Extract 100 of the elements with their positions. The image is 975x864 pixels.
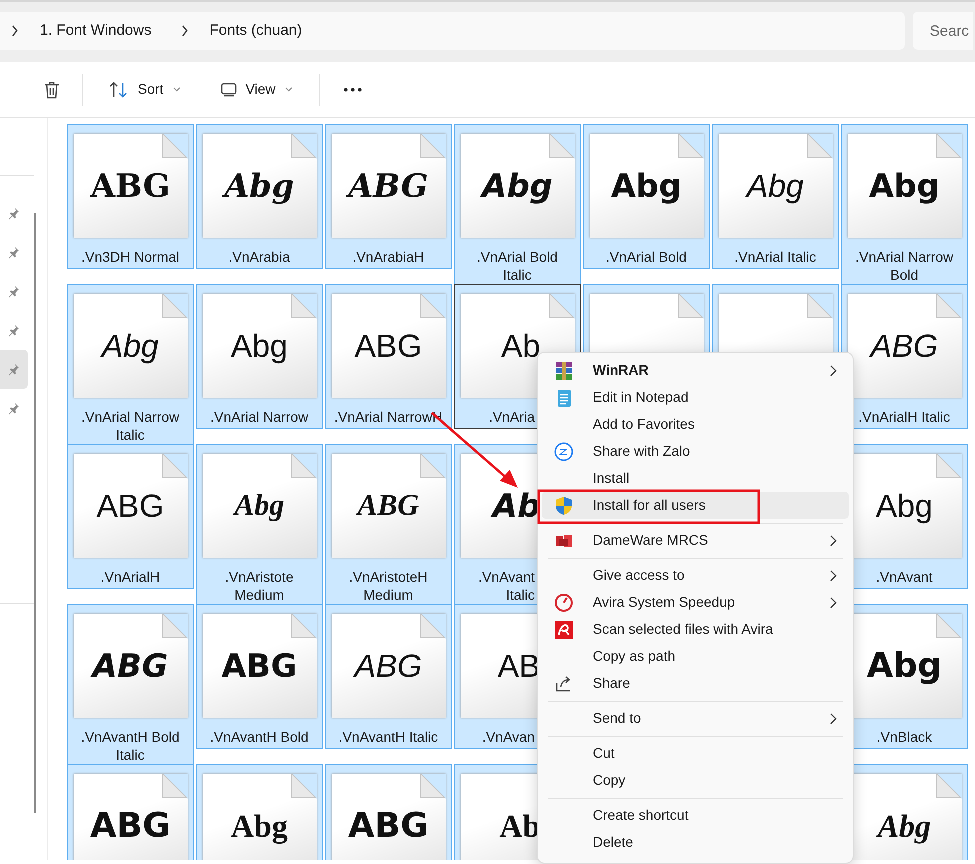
pin-icon (8, 324, 20, 337)
page-corner-icon (936, 294, 962, 320)
font-preview: Abg (231, 330, 288, 362)
page-corner-icon (806, 294, 832, 320)
chevron-icon (180, 24, 190, 38)
breadcrumb-item[interactable]: Fonts (chuan) (210, 20, 302, 42)
page-corner-icon (936, 454, 962, 480)
font-preview: ABG (358, 491, 420, 521)
file-name: .Vn3DH Normal (81, 248, 180, 266)
file-tile[interactable]: ABG .VnArialH (67, 444, 194, 589)
file-name: .VnAristoteH Medium (349, 568, 428, 604)
page-corner-icon (290, 774, 316, 800)
file-name: .VnAvan (481, 728, 535, 746)
file-tile[interactable]: Abg .VnArabia (196, 124, 323, 269)
font-preview: Abg (102, 330, 159, 362)
file-name: .VnArialH (100, 568, 160, 586)
page-corner-icon (420, 614, 446, 640)
page-corner-icon (420, 294, 446, 320)
file-name: .VnArial Narrow Italic (81, 408, 180, 444)
pin-icon (8, 246, 20, 259)
caret-icon (284, 87, 293, 92)
page-corner-icon (548, 134, 574, 160)
page-corner-icon (162, 774, 188, 800)
scrollbar-thumb[interactable] (34, 213, 36, 813)
page-corner-icon (162, 614, 188, 640)
chevron-icon (829, 570, 837, 582)
file-name: .VnBlack (876, 728, 932, 746)
file-name: .VnAvantH Bold Italic (81, 728, 180, 764)
font-preview: Abg (482, 170, 553, 202)
chevron-icon (10, 24, 20, 38)
file-tile[interactable]: Abg .VnArial Bold Italic (454, 124, 581, 287)
font-preview: Abg (234, 491, 284, 521)
font-preview: ABG (222, 650, 298, 682)
file-tile[interactable]: ABG (325, 764, 452, 860)
file-name: .VnArial Narrow (210, 408, 309, 426)
file-tile[interactable]: Abg .VnArial Italic (712, 124, 839, 269)
menu-item[interactable]: Copy (542, 767, 849, 794)
sort-icon (109, 80, 129, 98)
font-preview: ABG (90, 170, 170, 202)
chevron-icon (829, 534, 837, 546)
file-name: .VnAvantH Italic (338, 728, 438, 746)
page-corner-icon (936, 774, 962, 800)
gauge-icon (554, 592, 574, 612)
file-tile[interactable]: Abg .VnArial Narrow Bold (841, 124, 968, 287)
file-tile[interactable]: ABG .VnArabiaH (325, 124, 452, 269)
search-field[interactable]: Searc (913, 12, 973, 50)
font-preview: ABG (90, 809, 171, 843)
file-tile[interactable]: Abg .VnArial Narrow Italic (67, 284, 194, 447)
menu-item[interactable]: Delete (542, 829, 849, 856)
page-corner-icon (548, 294, 574, 320)
breadcrumb-item[interactable]: 1. Font Windows (40, 20, 152, 42)
font-preview: ABG (354, 330, 422, 362)
chevron-icon (829, 596, 837, 608)
font-preview: AB (498, 650, 540, 682)
page-corner-icon (290, 454, 316, 480)
file-name: .VnAvant Italic (477, 568, 535, 604)
trash-icon (42, 80, 62, 100)
books-icon (554, 360, 574, 380)
file-tile[interactable]: Abg (196, 764, 323, 860)
file-name: .VnArialH Italic (858, 408, 950, 426)
page-corner-icon (420, 774, 446, 800)
file-name: .VnAvant (876, 568, 933, 586)
file-tile[interactable]: ABG .VnAristoteH Medium (325, 444, 452, 607)
font-preview: ABG (348, 170, 428, 202)
file-tile[interactable]: Abg .VnAristote Medium (196, 444, 323, 607)
page-corner-icon (936, 614, 962, 640)
page-corner-icon (162, 294, 188, 320)
file-name: .VnArial Bold Italic (477, 248, 558, 284)
file-tile[interactable]: ABG .VnAvantH Bold Italic (67, 604, 194, 767)
menu-item[interactable]: Install for all users (542, 492, 849, 519)
sort-button[interactable]: Sort (103, 75, 187, 104)
pin-item[interactable] (0, 350, 28, 389)
file-tile[interactable]: Abg .VnArial Bold (583, 124, 710, 269)
page-corner-icon (162, 454, 188, 480)
monitor-icon (220, 82, 237, 96)
pin-icon (8, 207, 20, 220)
file-tile[interactable]: ABG .Vn3DH Normal (67, 124, 194, 269)
font-preview: Abg (224, 170, 294, 202)
file-name: .VnArial Bold (606, 248, 687, 266)
font-preview: ABG (96, 490, 164, 522)
page-corner-icon (936, 134, 962, 160)
menu-item[interactable]: Create shortcut (542, 802, 849, 829)
page-corner-icon (290, 294, 316, 320)
file-name: .VnArial Italic (734, 248, 816, 266)
page-corner-icon (420, 454, 446, 480)
file-tile[interactable]: ABG (67, 764, 194, 860)
file-tile[interactable]: ABG .VnAvantH Bold (196, 604, 323, 749)
font-preview: Abg (869, 170, 940, 202)
more-icon (342, 86, 363, 92)
view-button[interactable]: View (214, 75, 299, 104)
chevron-icon (829, 712, 837, 724)
pin-icon (8, 363, 20, 376)
page-corner-icon (290, 134, 316, 160)
page-corner-icon (420, 134, 446, 160)
font-preview: ABG (348, 809, 429, 843)
file-tile[interactable]: ABG .VnAvantH Italic (325, 604, 452, 749)
caret-icon (172, 87, 181, 92)
font-preview: ABG (870, 330, 938, 362)
file-tile[interactable]: ABG .VnArialH Italic (841, 284, 968, 429)
file-tile[interactable]: Abg .VnArial Narrow (196, 284, 323, 429)
